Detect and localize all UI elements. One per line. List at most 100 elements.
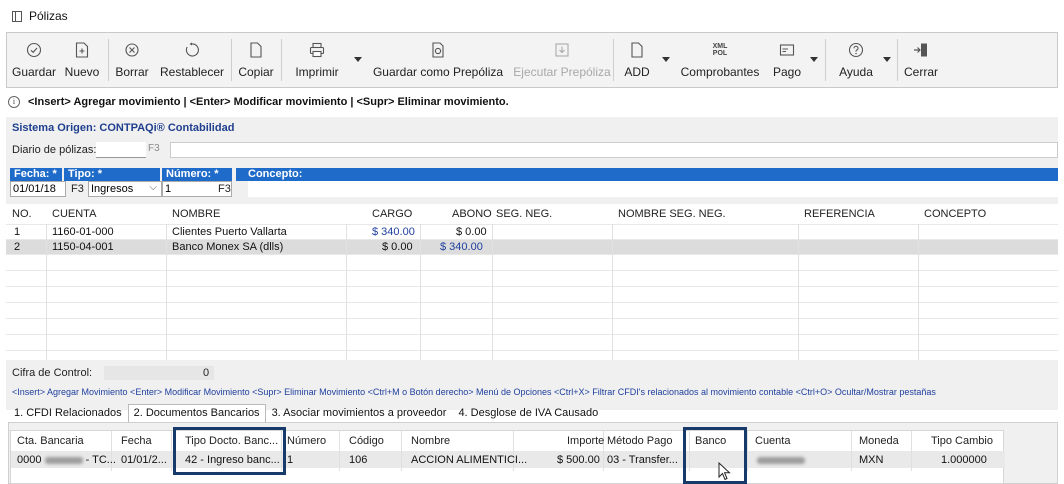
imprimir-label: Imprimir (295, 65, 339, 79)
numero-f3-hint[interactable]: F3 (218, 183, 231, 195)
grid-line (6, 334, 1058, 335)
delete-circle-icon (124, 41, 140, 59)
grid-vline (918, 224, 919, 360)
nuevo-button[interactable]: Nuevo (59, 33, 105, 87)
grid-line (6, 270, 1058, 271)
tab-cfdi-relacionados[interactable]: 1. CFDI Relacionados (8, 404, 128, 422)
tipo-label: Tipo: * (64, 168, 160, 181)
comprobantes-button[interactable]: XML POL Comprobantes (677, 33, 763, 87)
guardar-button[interactable]: Guardar (9, 33, 59, 87)
col-nombre[interactable]: Nombre (411, 435, 450, 447)
copiar-button[interactable]: Copiar (233, 33, 279, 87)
grid-vline (492, 224, 493, 360)
save-template-icon (430, 41, 446, 59)
fecha-input[interactable]: 01/01/18 (10, 181, 66, 197)
col-cargo[interactable]: CARGO (372, 208, 412, 220)
concepto-input[interactable] (248, 181, 1058, 197)
guardar-prepoliza-label: Guardar como Prepóliza (372, 65, 504, 79)
tipo-docto-highlight (173, 427, 286, 475)
table-row-2-nombre[interactable]: Banco Monex SA (dlls) (172, 241, 283, 253)
doc-importe[interactable]: $ 500.00 (557, 454, 600, 466)
diario-input[interactable] (96, 142, 146, 158)
doc-fecha[interactable]: 01/01/2... (121, 454, 167, 466)
imprimir-dropdown-caret[interactable] (354, 57, 362, 62)
add-dropdown-caret[interactable] (662, 57, 670, 62)
col-seg-neg[interactable]: SEG. NEG. (496, 208, 552, 220)
guardar-prepoliza-button[interactable]: Guardar como Prepóliza (367, 33, 509, 87)
cerrar-button[interactable]: Cerrar (899, 33, 943, 87)
tab-desglose-iva[interactable]: 4. Desglose de IVA Causado (452, 404, 604, 422)
tab-documentos-bancarios[interactable]: 2. Documentos Bancarios (127, 404, 266, 422)
concepto-label: Concepto: (236, 168, 1058, 181)
col-referencia[interactable]: REFERENCIA (804, 208, 875, 220)
doc-numero[interactable]: 1 (287, 454, 293, 466)
col-numero[interactable]: Número (287, 435, 326, 447)
col-importe[interactable]: Importe (567, 435, 604, 447)
toolbar-separator (108, 39, 109, 81)
col-fecha[interactable]: Fecha (121, 435, 152, 447)
doc-nombre[interactable]: ACCION ALIMENTICI... (411, 454, 527, 466)
diario-f3-hint[interactable]: F3 (148, 143, 160, 154)
xml-pol-icon: XML POL (710, 41, 730, 59)
add-button[interactable]: ADD (619, 33, 655, 87)
col-nombre[interactable]: NOMBRE (172, 208, 220, 220)
documentos-bancarios-grid: Cta. Bancaria Fecha Tipo Docto. Banc... … (10, 430, 1005, 484)
table-row-1-abono[interactable]: $ 0.00 (456, 226, 487, 238)
pago-button[interactable]: Pago (769, 33, 805, 87)
doc-tipo-cambio[interactable]: 1.000000 (941, 454, 987, 466)
info-bar: i <Insert> Agregar movimiento | <Enter> … (8, 92, 1056, 112)
borrar-button[interactable]: Borrar (111, 33, 153, 87)
table-row-2-cuenta[interactable]: 1150-04-001 (52, 241, 114, 253)
tab-strip: 1. CFDI Relacionados 2. Documentos Banca… (8, 404, 604, 422)
printer-icon (309, 41, 325, 59)
col-tipo-cambio[interactable]: Tipo Cambio (931, 435, 993, 447)
table-row-2-abono[interactable]: $ 340.00 (440, 241, 483, 253)
col-nombre-seg-neg[interactable]: NOMBRE SEG. NEG. (618, 208, 726, 220)
nuevo-label: Nuevo (64, 65, 100, 79)
fecha-f3-hint[interactable]: F3 (71, 183, 84, 195)
col-cuenta[interactable]: Cuenta (755, 435, 790, 447)
refresh-icon (184, 41, 200, 59)
col-codigo[interactable]: Código (349, 435, 384, 447)
col-cuenta[interactable]: CUENTA (52, 208, 96, 220)
doc-cta-bancaria[interactable]: 0000 - TC... (17, 454, 116, 466)
doc-moneda[interactable]: MXN (859, 454, 883, 466)
doc-cuenta[interactable] (757, 454, 805, 466)
table-row-1-no[interactable]: 1 (14, 226, 20, 238)
grid-line (6, 350, 1058, 351)
grid-vline (346, 224, 347, 360)
col-no[interactable]: NO. (12, 208, 32, 220)
diario-label: Diario de pólizas: (12, 144, 97, 156)
doc-metodo-pago[interactable]: 03 - Transfer... (607, 454, 678, 466)
redacted-cuenta (757, 456, 805, 464)
ejecutar-prepoliza-button[interactable]: Ejecutar Prepóliza (507, 33, 617, 87)
selected-row-highlight (6, 239, 1058, 254)
col-moneda[interactable]: Moneda (859, 435, 899, 447)
col-cta-bancaria[interactable]: Cta. Bancaria (17, 435, 84, 447)
imprimir-button[interactable]: Imprimir (285, 33, 349, 87)
title-bar: Pólizas (0, 0, 1064, 32)
table-row-2-cargo[interactable]: $ 0.00 (382, 241, 413, 253)
table-row-2-no[interactable]: 2 (14, 241, 20, 253)
table-row-1-cargo[interactable]: $ 340.00 (372, 226, 415, 238)
col-metodo-pago[interactable]: Método Pago (607, 435, 672, 447)
toolbar-separator (281, 39, 282, 81)
doc-cta-bancaria-suffix: - TC... (85, 454, 116, 466)
doc-codigo[interactable]: 106 (349, 454, 367, 466)
tipo-select-value: Ingresos (91, 183, 134, 195)
table-row-1-cuenta[interactable]: 1160-01-000 (52, 226, 114, 238)
borrar-label: Borrar (115, 65, 149, 79)
ayuda-dropdown-caret[interactable] (883, 57, 891, 62)
execute-template-icon (554, 41, 570, 59)
tipo-select[interactable]: Ingresos ⌵ (88, 181, 162, 197)
table-row-1-nombre[interactable]: Clientes Puerto Vallarta (172, 226, 287, 238)
chevron-down-icon: ⌵ (149, 182, 157, 193)
diario-name-field (170, 142, 1058, 158)
pago-dropdown-caret[interactable] (810, 57, 818, 62)
restablecer-button[interactable]: Restablecer (155, 33, 229, 87)
ayuda-button[interactable]: Ayuda (833, 33, 879, 87)
col-concepto[interactable]: CONCEPTO (924, 208, 986, 220)
tab-asociar-movimientos[interactable]: 3. Asociar movimientos a proveedor (266, 404, 453, 422)
col-abono[interactable]: ABONO (452, 208, 492, 220)
toolbar-separator (897, 39, 898, 81)
